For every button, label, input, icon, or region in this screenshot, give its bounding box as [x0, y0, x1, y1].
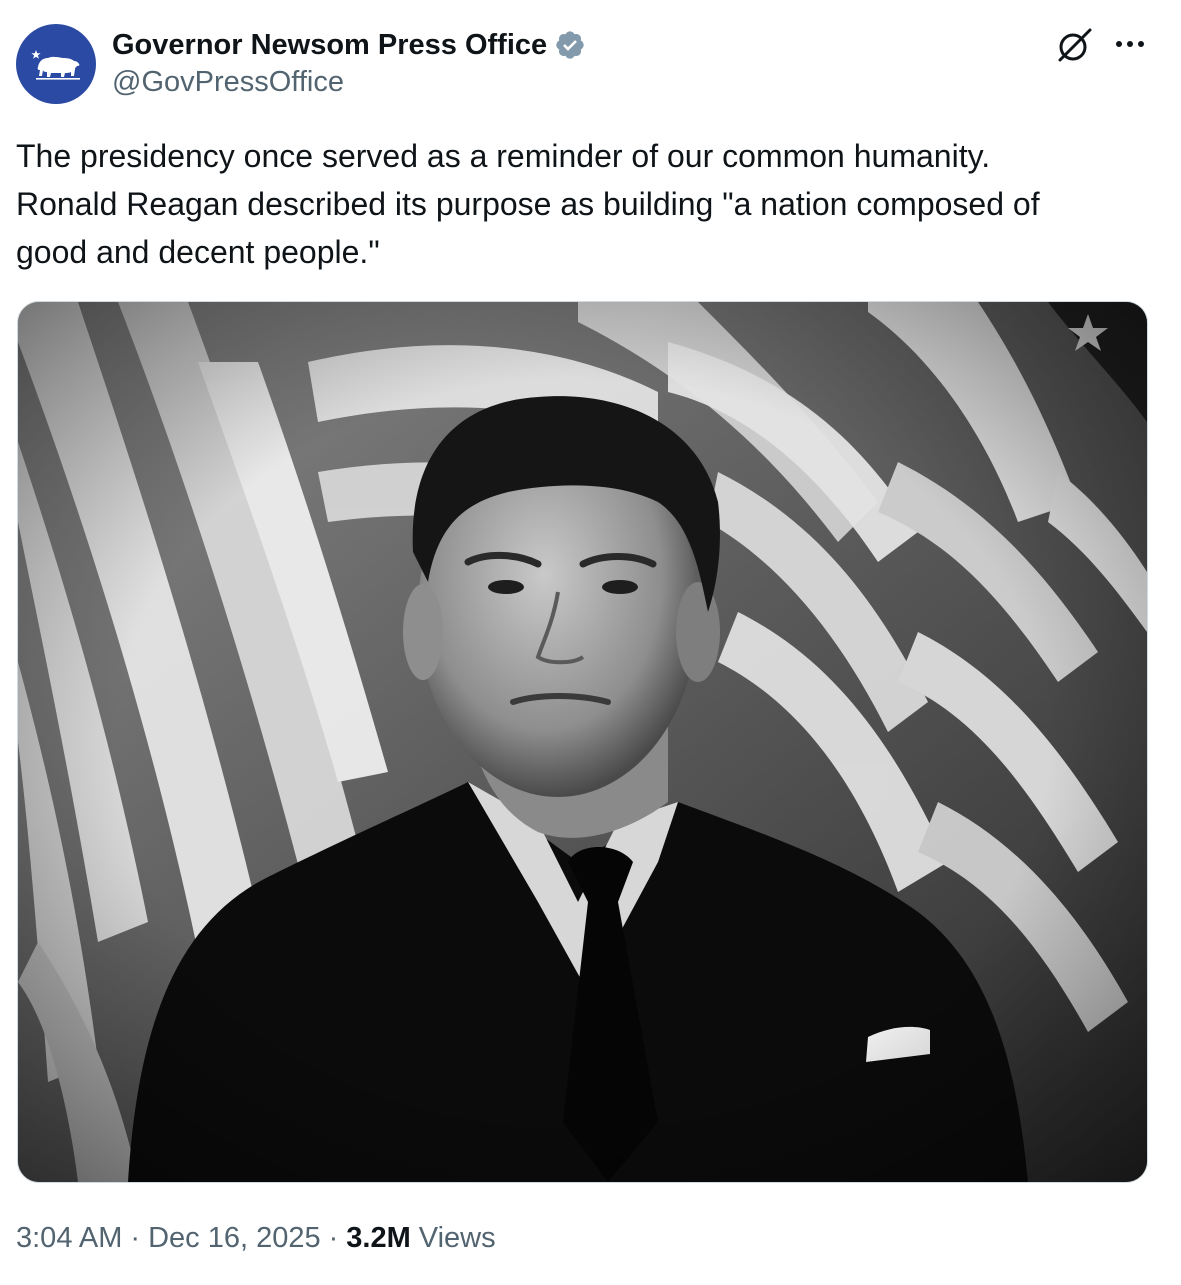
- grok-icon[interactable]: [1054, 26, 1094, 66]
- author-name-row: Governor Newsom Press Office: [112, 26, 586, 64]
- meta-separator: ·: [130, 1221, 141, 1254]
- more-dots-icon[interactable]: [1112, 30, 1148, 58]
- tweet-date[interactable]: Dec 16, 2025: [148, 1222, 321, 1255]
- views-label: Views: [418, 1221, 496, 1254]
- photo-graphic: [18, 302, 1147, 1182]
- display-name[interactable]: Governor Newsom Press Office: [112, 29, 547, 62]
- california-bear-icon: [31, 50, 80, 80]
- author-handle[interactable]: @GovPressOffice: [112, 66, 344, 99]
- meta-separator: ·: [328, 1221, 339, 1254]
- tweet-meta: 3:04 AM · Dec 16, 2025 · 3.2M Views: [16, 1216, 496, 1260]
- tweet-time[interactable]: 3:04 AM: [16, 1222, 122, 1255]
- views-count: 3.2M: [346, 1221, 411, 1254]
- tweet-text: The presidency once served as a reminder…: [16, 138, 1040, 270]
- tweet-card: Governor Newsom Press Office @GovPressOf…: [0, 0, 1181, 1285]
- avatar[interactable]: [16, 24, 96, 104]
- verified-badge-icon[interactable]: [554, 29, 586, 61]
- tweet-photo[interactable]: [17, 301, 1148, 1183]
